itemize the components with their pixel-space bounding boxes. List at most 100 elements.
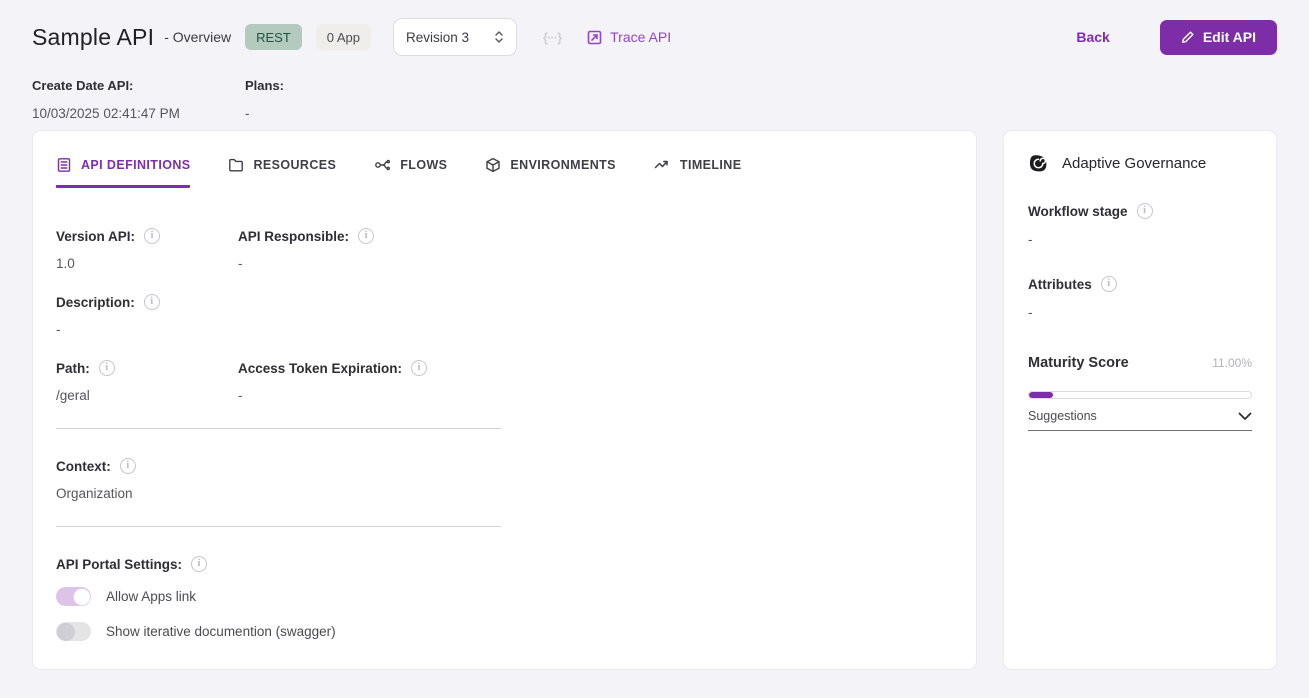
tab-label: FLOWS — [400, 158, 447, 172]
code-braces-icon: {···} — [543, 30, 561, 45]
show-swagger-doc-row: Show iterative documention (swagger) — [56, 622, 953, 641]
governance-header: Adaptive Governance — [1028, 153, 1252, 174]
flow-icon — [374, 157, 391, 173]
attributes-header: Attributes i — [1028, 276, 1252, 292]
folder-icon — [228, 157, 244, 173]
tabs-bar: API DEFINITIONS RESOURCES FLOWS — [56, 157, 953, 188]
field-path: Path: i /geral — [56, 360, 238, 403]
field-description: Description: i - — [56, 294, 160, 337]
suggestions-dropdown[interactable]: Suggestions — [1028, 409, 1252, 431]
show-swagger-doc-toggle[interactable] — [56, 622, 91, 641]
trace-api-label: Trace API — [610, 29, 671, 45]
revision-select-value: Revision 3 — [406, 30, 469, 45]
access-token-expiration-value: - — [238, 388, 427, 403]
field-api-responsible: API Responsible: i - — [238, 228, 374, 271]
field-context: Context: i Organization — [56, 458, 136, 501]
api-definitions-card: API DEFINITIONS RESOURCES FLOWS — [32, 130, 977, 670]
attributes-value: - — [1028, 305, 1252, 320]
maturity-score-header: Maturity Score 11.00% — [1028, 355, 1252, 371]
info-icon: i — [1101, 276, 1117, 292]
section-divider — [56, 428, 501, 429]
info-icon: i — [358, 228, 374, 244]
info-icon: i — [144, 294, 160, 310]
back-link[interactable]: Back — [1076, 29, 1109, 45]
info-icon: i — [1137, 203, 1153, 219]
header-title-row: Sample API - Overview REST 0 App Revisio… — [32, 18, 1277, 56]
external-link-icon — [587, 30, 602, 45]
maturity-score-value: 11.00% — [1212, 356, 1252, 370]
edit-api-button[interactable]: Edit API — [1160, 20, 1277, 55]
tab-label: RESOURCES — [253, 158, 336, 172]
revision-select[interactable]: Revision 3 — [393, 18, 517, 56]
tab-timeline[interactable]: TIMELINE — [654, 157, 742, 188]
tab-label: ENVIRONMENTS — [510, 158, 616, 172]
create-date-block: Create Date API: 10/03/2025 02:41:47 PM — [32, 78, 245, 121]
allow-apps-link-row: Allow Apps link — [56, 587, 953, 606]
cube-icon — [485, 157, 501, 173]
maturity-score-label: Maturity Score — [1028, 355, 1129, 371]
api-portal-settings-label: API Portal Settings: — [56, 557, 182, 572]
description-value: - — [56, 322, 160, 337]
page-title: Sample API — [32, 24, 154, 51]
section-divider — [56, 526, 501, 527]
document-icon — [56, 157, 72, 173]
api-responsible-label: API Responsible: — [238, 229, 349, 244]
allow-apps-link-toggle[interactable] — [56, 587, 91, 606]
maturity-progress-fill — [1029, 392, 1053, 398]
timeline-icon — [654, 157, 671, 173]
info-icon: i — [120, 458, 136, 474]
info-icon: i — [191, 556, 207, 572]
api-portal-settings-header: API Portal Settings: i — [56, 556, 953, 572]
path-value: /geral — [56, 388, 238, 403]
context-value: Organization — [56, 486, 136, 501]
workflow-stage-label: Workflow stage — [1028, 204, 1128, 219]
chevron-down-icon — [1238, 412, 1252, 421]
api-responsible-value: - — [238, 256, 374, 271]
version-api-label: Version API: — [56, 229, 135, 244]
tab-flows[interactable]: FLOWS — [374, 157, 447, 188]
create-date-value: 10/03/2025 02:41:47 PM — [32, 106, 245, 121]
adaptive-governance-card: Adaptive Governance Workflow stage i - A… — [1003, 130, 1277, 670]
attributes-label: Attributes — [1028, 277, 1092, 292]
tab-label: TIMELINE — [680, 158, 742, 172]
tab-label: API DEFINITIONS — [81, 158, 190, 172]
plans-value: - — [245, 106, 458, 121]
info-icon: i — [411, 360, 427, 376]
header: Sample API - Overview REST 0 App Revisio… — [32, 18, 1277, 121]
field-version-api: Version API: i 1.0 — [56, 228, 238, 271]
trace-api-link[interactable]: Trace API — [587, 29, 671, 45]
path-label: Path: — [56, 361, 90, 376]
api-type-badge: REST — [245, 24, 302, 50]
toggle-knob — [73, 588, 91, 606]
api-overview-page: { "header": { "title": "Sample API", "su… — [0, 0, 1309, 698]
allow-apps-link-label: Allow Apps link — [106, 589, 196, 604]
context-label: Context: — [56, 459, 111, 474]
access-token-expiration-label: Access Token Expiration: — [238, 361, 402, 376]
tab-api-definitions[interactable]: API DEFINITIONS — [56, 157, 190, 188]
header-meta-row: Create Date API: 10/03/2025 02:41:47 PM … — [32, 78, 1277, 121]
description-label: Description: — [56, 295, 135, 310]
toggle-knob — [57, 623, 75, 641]
page-subtitle: - Overview — [164, 29, 231, 45]
plans-block: Plans: - — [245, 78, 458, 121]
maturity-progress-bar — [1028, 391, 1252, 399]
definition-fields: Version API: i 1.0 API Responsible: i - … — [56, 228, 953, 641]
suggestions-label: Suggestions — [1028, 409, 1097, 423]
show-swagger-doc-label: Show iterative documention (swagger) — [106, 624, 336, 639]
tab-environments[interactable]: ENVIRONMENTS — [485, 157, 616, 188]
stepper-icon — [494, 30, 504, 44]
pencil-icon — [1181, 30, 1195, 44]
apps-count-badge: 0 App — [316, 24, 371, 50]
version-api-value: 1.0 — [56, 256, 238, 271]
governance-logo-icon — [1028, 153, 1049, 174]
governance-title: Adaptive Governance — [1062, 155, 1206, 172]
workflow-stage-value: - — [1028, 232, 1252, 247]
workflow-stage-header: Workflow stage i — [1028, 203, 1252, 219]
field-access-token-expiration: Access Token Expiration: i - — [238, 360, 427, 403]
plans-label: Plans: — [245, 78, 458, 93]
info-icon: i — [99, 360, 115, 376]
info-icon: i — [144, 228, 160, 244]
create-date-label: Create Date API: — [32, 78, 245, 93]
edit-api-label: Edit API — [1203, 29, 1256, 45]
tab-resources[interactable]: RESOURCES — [228, 157, 336, 188]
